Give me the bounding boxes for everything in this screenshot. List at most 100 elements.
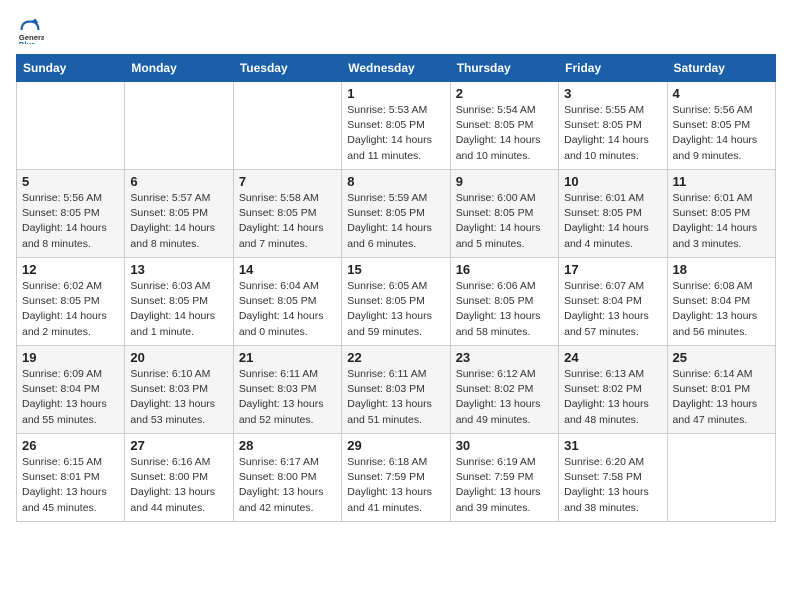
day-info: Sunrise: 5:55 AM Sunset: 8:05 PM Dayligh… — [564, 103, 661, 164]
week-row-4: 19 Sunrise: 6:09 AM Sunset: 8:04 PM Dayli… — [17, 346, 776, 434]
day-info: Sunrise: 6:02 AM Sunset: 8:05 PM Dayligh… — [22, 279, 119, 340]
calendar-cell: 3 Sunrise: 5:55 AM Sunset: 8:05 PM Daylig… — [559, 82, 667, 170]
calendar-cell: 23Sunrise: 6:12 AM Sunset: 8:02 PM Dayli… — [450, 346, 558, 434]
day-info: Sunrise: 6:14 AM Sunset: 8:01 PM Dayligh… — [673, 367, 770, 428]
day-info: Sunrise: 5:53 AM Sunset: 8:05 PM Dayligh… — [347, 103, 444, 164]
calendar-cell: 1 Sunrise: 5:53 AM Sunset: 8:05 PM Daylig… — [342, 82, 450, 170]
day-info: Sunrise: 6:11 AM Sunset: 8:03 PM Dayligh… — [239, 367, 336, 428]
day-info: Sunrise: 5:56 AM Sunset: 8:05 PM Dayligh… — [673, 103, 770, 164]
day-info: Sunrise: 5:54 AM Sunset: 8:05 PM Dayligh… — [456, 103, 553, 164]
calendar-cell: 10 Sunrise: 6:01 AM Sunset: 8:05 PM Dayli… — [559, 170, 667, 258]
day-info: Sunrise: 5:57 AM Sunset: 8:05 PM Dayligh… — [130, 191, 227, 252]
day-header-tuesday: Tuesday — [233, 55, 341, 82]
calendar-cell — [233, 82, 341, 170]
day-header-sunday: Sunday — [17, 55, 125, 82]
day-number: 26 — [22, 438, 119, 453]
calendar-cell: 4Sunrise: 5:56 AM Sunset: 8:05 PM Daylig… — [667, 82, 775, 170]
day-header-monday: Monday — [125, 55, 233, 82]
day-number: 24 — [564, 350, 661, 365]
calendar-cell: 20 Sunrise: 6:10 AM Sunset: 8:03 PM Dayli… — [125, 346, 233, 434]
calendar-cell — [667, 434, 775, 522]
calendar-cell: 12 Sunrise: 6:02 AM Sunset: 8:05 PM Dayli… — [17, 258, 125, 346]
calendar-cell: 15 Sunrise: 6:05 AM Sunset: 8:05 PM Dayli… — [342, 258, 450, 346]
calendar-cell: 6 Sunrise: 5:57 AM Sunset: 8:05 PM Daylig… — [125, 170, 233, 258]
day-number: 10 — [564, 174, 661, 189]
day-header-friday: Friday — [559, 55, 667, 82]
day-info: Sunrise: 6:06 AM Sunset: 8:05 PM Dayligh… — [456, 279, 553, 340]
day-info: Sunrise: 6:11 AM Sunset: 8:03 PM Dayligh… — [347, 367, 444, 428]
day-info: Sunrise: 6:10 AM Sunset: 8:03 PM Dayligh… — [130, 367, 227, 428]
day-number: 1 — [347, 86, 444, 101]
week-row-2: 5 Sunrise: 5:56 AM Sunset: 8:05 PM Daylig… — [17, 170, 776, 258]
day-number: 16 — [456, 262, 553, 277]
calendar-cell: 18 Sunrise: 6:08 AM Sunset: 8:04 PM Dayli… — [667, 258, 775, 346]
calendar-cell — [125, 82, 233, 170]
day-number: 12 — [22, 262, 119, 277]
day-info: Sunrise: 6:16 AM Sunset: 8:00 PM Dayligh… — [130, 455, 227, 516]
week-row-1: 1 Sunrise: 5:53 AM Sunset: 8:05 PM Daylig… — [17, 82, 776, 170]
day-header-saturday: Saturday — [667, 55, 775, 82]
day-number: 15 — [347, 262, 444, 277]
day-number: 8 — [347, 174, 444, 189]
day-number: 9 — [456, 174, 553, 189]
day-info: Sunrise: 6:15 AM Sunset: 8:01 PM Dayligh… — [22, 455, 119, 516]
calendar-cell: 2 Sunrise: 5:54 AM Sunset: 8:05 PM Daylig… — [450, 82, 558, 170]
day-number: 19 — [22, 350, 119, 365]
day-number: 14 — [239, 262, 336, 277]
day-info: Sunrise: 6:18 AM Sunset: 7:59 PM Dayligh… — [347, 455, 444, 516]
day-number: 27 — [130, 438, 227, 453]
day-number: 21 — [239, 350, 336, 365]
day-header-wednesday: Wednesday — [342, 55, 450, 82]
day-number: 11 — [673, 174, 770, 189]
days-header-row: SundayMondayTuesdayWednesdayThursdayFrid… — [17, 55, 776, 82]
day-number: 23 — [456, 350, 553, 365]
day-number: 13 — [130, 262, 227, 277]
day-info: Sunrise: 6:05 AM Sunset: 8:05 PM Dayligh… — [347, 279, 444, 340]
day-info: Sunrise: 6:03 AM Sunset: 8:05 PM Dayligh… — [130, 279, 227, 340]
calendar-cell: 7 Sunrise: 5:58 AM Sunset: 8:05 PM Daylig… — [233, 170, 341, 258]
calendar-cell: 24Sunrise: 6:13 AM Sunset: 8:02 PM Dayli… — [559, 346, 667, 434]
day-number: 31 — [564, 438, 661, 453]
week-row-3: 12 Sunrise: 6:02 AM Sunset: 8:05 PM Dayli… — [17, 258, 776, 346]
calendar-cell: 30 Sunrise: 6:19 AM Sunset: 7:59 PM Dayli… — [450, 434, 558, 522]
calendar-cell: 27 Sunrise: 6:16 AM Sunset: 8:00 PM Dayli… — [125, 434, 233, 522]
day-info: Sunrise: 6:01 AM Sunset: 8:05 PM Dayligh… — [564, 191, 661, 252]
calendar-cell: 16 Sunrise: 6:06 AM Sunset: 8:05 PM Dayli… — [450, 258, 558, 346]
day-info: Sunrise: 6:08 AM Sunset: 8:04 PM Dayligh… — [673, 279, 770, 340]
day-number: 18 — [673, 262, 770, 277]
logo-icon: General Blue — [16, 16, 44, 44]
calendar-cell: 29 Sunrise: 6:18 AM Sunset: 7:59 PM Dayli… — [342, 434, 450, 522]
day-info: Sunrise: 6:09 AM Sunset: 8:04 PM Dayligh… — [22, 367, 119, 428]
calendar-cell: 13 Sunrise: 6:03 AM Sunset: 8:05 PM Dayli… — [125, 258, 233, 346]
day-info: Sunrise: 6:19 AM Sunset: 7:59 PM Dayligh… — [456, 455, 553, 516]
calendar-cell: 26 Sunrise: 6:15 AM Sunset: 8:01 PM Dayli… — [17, 434, 125, 522]
day-number: 30 — [456, 438, 553, 453]
day-number: 2 — [456, 86, 553, 101]
day-number: 22 — [347, 350, 444, 365]
week-row-5: 26 Sunrise: 6:15 AM Sunset: 8:01 PM Dayli… — [17, 434, 776, 522]
day-number: 20 — [130, 350, 227, 365]
day-header-thursday: Thursday — [450, 55, 558, 82]
day-number: 7 — [239, 174, 336, 189]
calendar-table: SundayMondayTuesdayWednesdayThursdayFrid… — [16, 54, 776, 522]
calendar-cell: 22 Sunrise: 6:11 AM Sunset: 8:03 PM Dayli… — [342, 346, 450, 434]
day-info: Sunrise: 6:00 AM Sunset: 8:05 PM Dayligh… — [456, 191, 553, 252]
day-info: Sunrise: 5:56 AM Sunset: 8:05 PM Dayligh… — [22, 191, 119, 252]
day-number: 28 — [239, 438, 336, 453]
day-number: 6 — [130, 174, 227, 189]
day-number: 29 — [347, 438, 444, 453]
day-info: Sunrise: 6:17 AM Sunset: 8:00 PM Dayligh… — [239, 455, 336, 516]
day-info: Sunrise: 5:58 AM Sunset: 8:05 PM Dayligh… — [239, 191, 336, 252]
calendar-cell: 8 Sunrise: 5:59 AM Sunset: 8:05 PM Daylig… — [342, 170, 450, 258]
calendar-cell: 14Sunrise: 6:04 AM Sunset: 8:05 PM Dayli… — [233, 258, 341, 346]
day-info: Sunrise: 6:20 AM Sunset: 7:58 PM Dayligh… — [564, 455, 661, 516]
calendar-cell: 17Sunrise: 6:07 AM Sunset: 8:04 PM Dayli… — [559, 258, 667, 346]
day-number: 17 — [564, 262, 661, 277]
day-number: 3 — [564, 86, 661, 101]
day-number: 5 — [22, 174, 119, 189]
day-info: Sunrise: 5:59 AM Sunset: 8:05 PM Dayligh… — [347, 191, 444, 252]
calendar-cell — [17, 82, 125, 170]
calendar-cell: 11 Sunrise: 6:01 AM Sunset: 8:05 PM Dayli… — [667, 170, 775, 258]
page-header: General Blue — [16, 16, 776, 44]
day-info: Sunrise: 6:01 AM Sunset: 8:05 PM Dayligh… — [673, 191, 770, 252]
